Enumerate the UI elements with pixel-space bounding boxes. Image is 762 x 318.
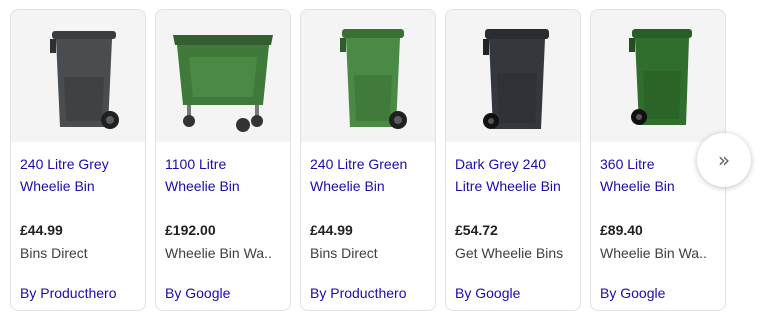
product-title[interactable]: Dark Grey 240 Litre Wheelie Bin <box>455 153 574 197</box>
product-card[interactable]: 240 Litre Green Wheelie Bin £44.99 Bins … <box>300 9 436 311</box>
wheelie-bin-icon <box>629 29 692 125</box>
product-source-link[interactable]: By Google <box>455 284 520 302</box>
product-source-link[interactable]: By Producthero <box>20 284 117 302</box>
product-source-link[interactable]: By Google <box>165 284 230 302</box>
product-price: £44.99 <box>310 222 353 238</box>
wheelie-bin-icon <box>50 31 119 129</box>
product-card[interactable]: Dark Grey 240 Litre Wheelie Bin £54.72 G… <box>445 9 581 311</box>
product-image[interactable] <box>446 10 580 142</box>
wheelie-bin-icon <box>483 29 549 129</box>
product-merchant: Wheelie Bin Wa.. <box>600 245 707 261</box>
product-image[interactable] <box>301 10 435 142</box>
product-source-link[interactable]: By Producthero <box>310 284 407 302</box>
product-image[interactable] <box>591 10 725 142</box>
product-title[interactable]: 240 Litre Green Wheelie Bin <box>310 153 429 197</box>
double-chevron-right-icon: » <box>717 148 731 172</box>
product-price: £192.00 <box>165 222 216 238</box>
product-merchant: Get Wheelie Bins <box>455 245 564 261</box>
wheelie-bin-icon <box>173 35 273 132</box>
product-image[interactable] <box>11 10 145 142</box>
product-source-link[interactable]: By Google <box>600 284 665 302</box>
product-title[interactable]: 1100 Litre Wheelie Bin <box>165 153 284 197</box>
wheelie-bin-icon <box>340 29 407 129</box>
product-price: £54.72 <box>455 222 498 238</box>
product-price: £44.99 <box>20 222 63 238</box>
product-merchant: Bins Direct <box>310 245 378 261</box>
product-price: £89.40 <box>600 222 643 238</box>
product-merchant: Bins Direct <box>20 245 88 261</box>
product-card[interactable]: 1100 Litre Wheelie Bin £192.00 Wheelie B… <box>155 9 291 311</box>
product-card[interactable]: 240 Litre Grey Wheelie Bin £44.99 Bins D… <box>10 9 146 311</box>
product-carousel: 240 Litre Grey Wheelie Bin £44.99 Bins D… <box>0 0 762 318</box>
product-image[interactable] <box>156 10 290 142</box>
carousel-next-button[interactable]: » <box>697 133 751 187</box>
product-title[interactable]: 240 Litre Grey Wheelie Bin <box>20 153 139 197</box>
product-merchant: Wheelie Bin Wa.. <box>165 245 272 261</box>
